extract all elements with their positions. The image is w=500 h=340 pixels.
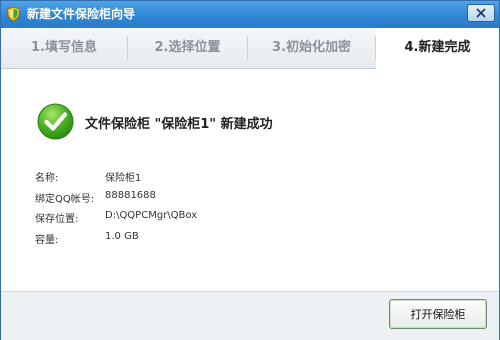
- close-icon: [476, 8, 486, 18]
- step-complete: 4.新建完成: [376, 28, 499, 69]
- wizard-window: 新建文件保险柜向导 1.填写信息 2.选择位置 3.初始化加密 4.新建完成 文…: [0, 0, 500, 340]
- wizard-content: 文件保险柜 "保险柜1" 新建成功 名称: 保险柜1 绑定QQ帐号: 88881…: [1, 69, 499, 291]
- success-message: 文件保险柜 "保险柜1" 新建成功: [85, 117, 273, 132]
- window-title: 新建文件保险柜向导: [27, 7, 136, 21]
- wizard-steps: 1.填写信息 2.选择位置 3.初始化加密 4.新建完成: [1, 28, 499, 69]
- step-choose-location: 2.选择位置: [154, 40, 221, 55]
- info-label: 绑定QQ帐号:: [35, 194, 95, 205]
- step-init-encryption: 3.初始化加密: [272, 40, 351, 55]
- info-value: 1.0 GB: [105, 231, 139, 242]
- info-label: 名称:: [35, 173, 59, 184]
- info-value: 88881688: [105, 190, 156, 201]
- info-value: D:\QQPCMgr\QBox: [105, 210, 198, 221]
- step-fill-info: 1.填写信息: [31, 40, 97, 55]
- info-label: 容量:: [35, 235, 59, 246]
- check-icon: [37, 103, 74, 140]
- title-bar[interactable]: 新建文件保险柜向导: [1, 1, 499, 28]
- shield-icon: [6, 6, 21, 22]
- info-value: 保险柜1: [105, 173, 142, 184]
- close-button[interactable]: [467, 4, 495, 22]
- info-label: 保存位置:: [35, 214, 79, 225]
- open-vault-button[interactable]: 打开保险柜: [389, 299, 487, 329]
- wizard-footer: 打开保险柜: [1, 291, 499, 340]
